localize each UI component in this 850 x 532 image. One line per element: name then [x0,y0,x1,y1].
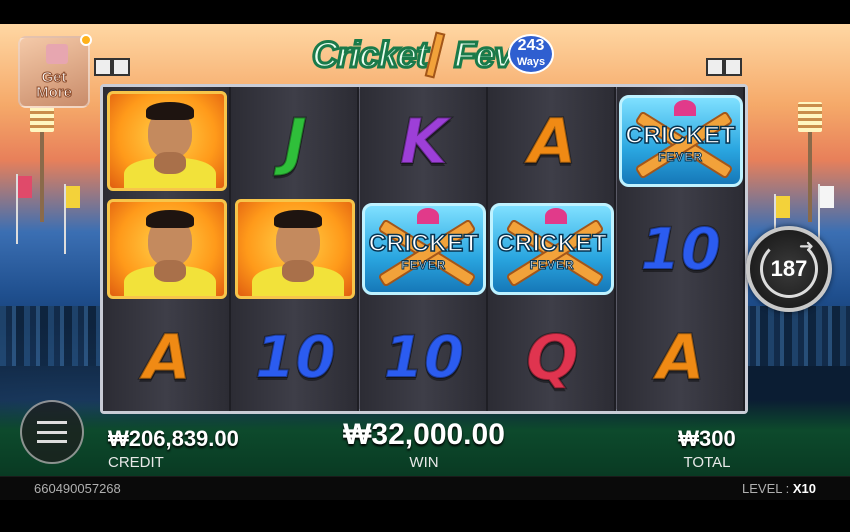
notification-dot [80,34,92,46]
auto-spin-count: 187 [770,256,808,281]
scatter-symbol: CRICKET FEVER [618,95,743,187]
scatter-symbol: CRICKET FEVER [490,203,615,295]
level-indicator: LEVEL : X10 [742,481,816,496]
win-display: ₩32,000.00 WIN [332,418,516,471]
symbol-a: A [656,320,706,395]
symbol-a: A [527,104,577,179]
reel-cell: A [617,303,745,411]
total-bet-display[interactable]: ₩300 TOTAL [674,426,740,471]
reel-cell: 10 [617,195,745,303]
hamburger-icon [37,421,67,443]
total-value: ₩300 [678,426,736,451]
total-label: TOTAL [683,454,731,471]
symbol-10: 10 [254,322,337,392]
get-more-button[interactable]: Get More [18,34,92,108]
symbol-10: 10 [639,214,722,284]
stadium-light-icon [706,58,742,78]
reel-cell [103,195,231,303]
scatter-symbol: CRICKET FEVER [361,203,486,295]
credit-value: ₩206,839.00 [108,426,239,451]
hair [146,210,194,228]
stadium-light-icon [94,58,130,78]
reel-3: K CRICKET FEVER 10 [359,87,488,411]
symbol-10: 10 [382,322,465,392]
reel-cell [103,87,231,195]
reel-cell: K [360,87,488,195]
reel-cell: CRICKET FEVER [617,87,745,195]
session-id: 660490057268 [34,481,121,496]
flag-icon [58,184,80,254]
win-value: ₩32,000.00 [343,418,505,451]
reel-cell: J [231,87,359,195]
reel-5: CRICKET FEVER 10 A [616,87,745,411]
hair [274,210,323,228]
reel-cell [231,195,359,303]
spin-button[interactable]: ➜ 187 [746,226,832,312]
reel-cell: CRICKET FEVER [360,195,488,303]
ball-icon [416,208,439,224]
player-symbol [235,199,356,299]
hair [146,102,194,120]
credit-label: CREDIT [108,454,164,471]
hands [154,152,186,174]
reel-cell: CRICKET FEVER [488,195,616,303]
footer-bar: 660490057268 LEVEL : X10 [0,476,850,500]
reel-1: A [103,87,231,411]
reel-cell: 10 [360,303,488,411]
symbol-j: J [283,104,308,179]
reel-cell: 10 [231,303,359,411]
reel-cell: A [488,87,616,195]
ball-icon [673,100,696,116]
ball-icon [545,208,568,224]
symbol-a: A [142,320,192,395]
player-symbol [107,91,227,191]
credit-display: ₩206,839.00 CREDIT [108,426,239,471]
hands [282,260,315,282]
menu-button[interactable] [20,400,84,464]
gift-icon [46,44,68,64]
reel-2: J 10 [231,87,360,411]
win-label: WIN [409,454,439,471]
reel-cell: Q [488,303,616,411]
floodlight-left [30,102,54,222]
reel-grid: A J 10 K CRICKET FEVER 10 A CRICKET FEVER Q CRICKET… [100,84,748,414]
reel-4: A CRICKET FEVER Q [488,87,617,411]
symbol-q: Q [525,320,580,395]
player-symbol [107,199,227,299]
ways-badge: 243 Ways [508,34,554,74]
arrow-icon: ➜ [798,236,814,256]
hands [154,260,186,282]
game-logo: Cricket Fever 243 Ways [310,30,554,84]
flag-icon [10,174,32,244]
reel-cell: A [103,303,231,411]
symbol-k: K [399,104,449,179]
